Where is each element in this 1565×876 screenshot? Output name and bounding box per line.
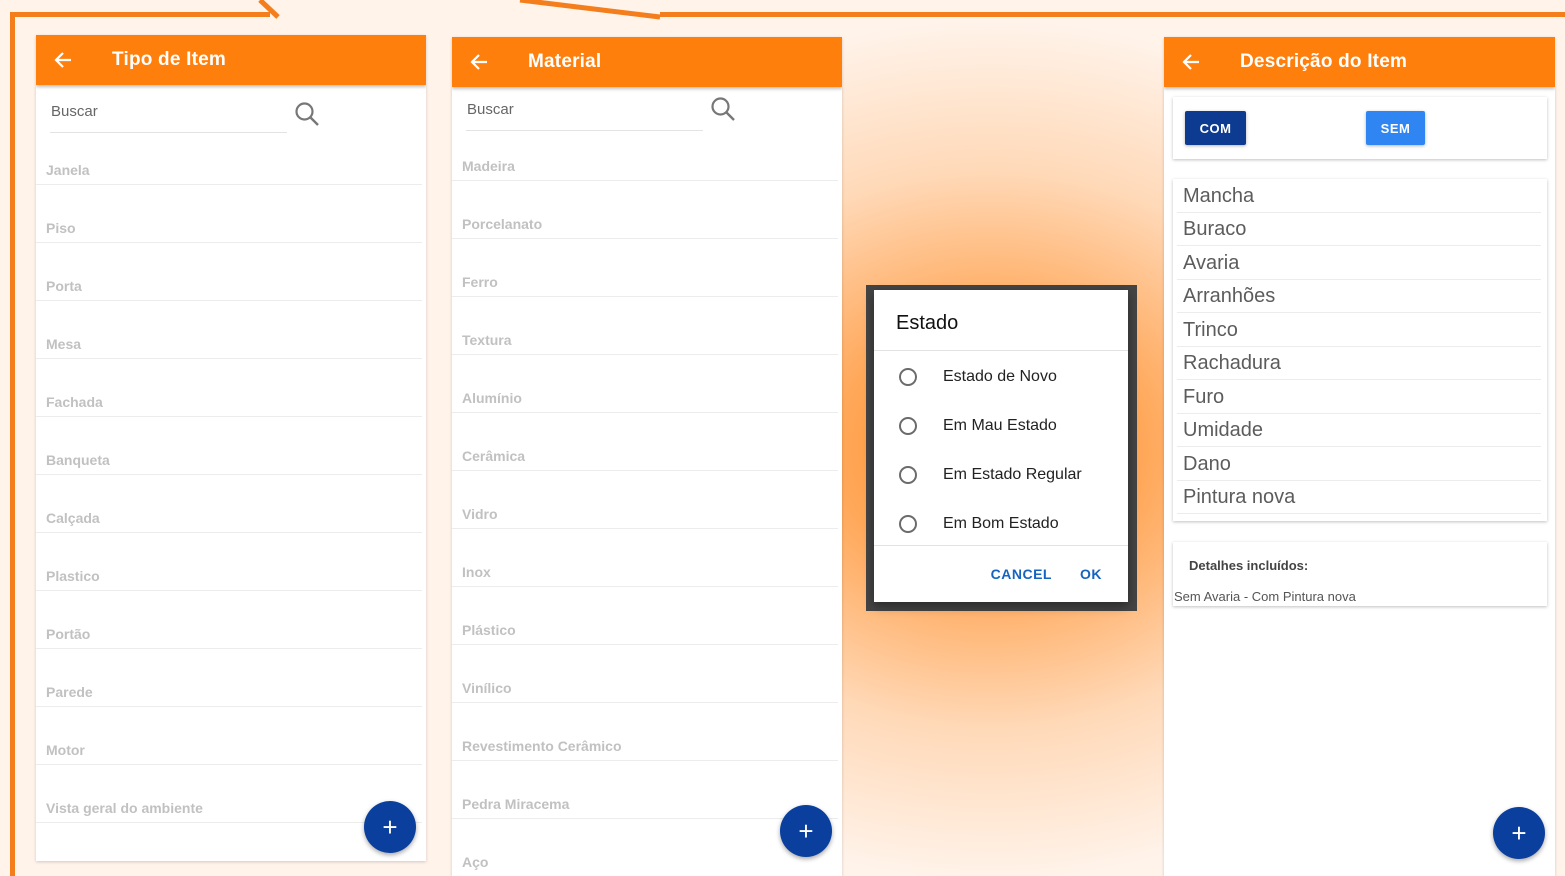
list-item[interactable]: Buraco — [1177, 213, 1541, 246]
list-item[interactable]: Vinílico — [452, 645, 838, 703]
material-list: Madeira Porcelanato Ferro Textura Alumín… — [452, 123, 842, 876]
search-input[interactable] — [466, 89, 703, 131]
list-item[interactable]: Arranhões — [1177, 280, 1541, 313]
page-title: Tipo de Item — [112, 49, 226, 70]
back-arrow-icon[interactable] — [1182, 53, 1200, 71]
frame-top-left-line — [10, 12, 270, 17]
list-item[interactable]: Piso — [36, 185, 422, 243]
list-item[interactable]: Portão — [36, 591, 422, 649]
tipo-item-screen: Tipo de Item Janela Piso Porta Mesa Fach… — [36, 35, 426, 861]
search-icon[interactable] — [294, 101, 320, 127]
app-bar: Material — [452, 37, 842, 87]
search-bar — [452, 87, 842, 133]
list-item[interactable]: Plástico — [452, 587, 838, 645]
descricao-item-screen: Descrição do Item COM SEM Mancha Buraco … — [1164, 37, 1555, 876]
list-item[interactable]: Pintura nova — [1177, 481, 1541, 514]
dialog-title: Estado — [874, 290, 1128, 351]
plus-icon: + — [382, 811, 398, 842]
radio-label: Em Estado Regular — [943, 465, 1082, 483]
list-item[interactable]: Trinco — [1177, 313, 1541, 347]
material-screen: Material Madeira Porcelanato Ferro Textu… — [452, 37, 842, 876]
plus-icon: + — [798, 815, 814, 846]
list-item[interactable]: Rachadura — [1177, 347, 1541, 380]
search-icon[interactable] — [710, 96, 736, 122]
list-item[interactable]: Umidade — [1177, 414, 1541, 447]
list-item[interactable]: Dano — [1177, 447, 1541, 481]
radio-group: Estado de Novo Em Mau Estado Em Estado R… — [874, 351, 1128, 548]
radio-button-icon[interactable] — [899, 367, 917, 386]
list-item[interactable]: Furo — [1177, 380, 1541, 414]
list-item[interactable]: Ferro — [452, 239, 838, 297]
add-button[interactable]: + — [1493, 807, 1545, 859]
list-item[interactable]: Inox — [452, 529, 838, 587]
list-item[interactable]: Mesa — [36, 301, 422, 359]
list-item[interactable]: Mancha — [1177, 179, 1541, 213]
radio-option[interactable]: Em Mau Estado — [874, 401, 1128, 450]
list-item[interactable]: Banqueta — [36, 417, 422, 475]
add-button[interactable]: + — [364, 801, 416, 853]
radio-option[interactable]: Em Bom Estado — [874, 499, 1128, 548]
frame-top-right-line — [660, 12, 1565, 17]
list-item[interactable]: Pedra Miracema — [452, 761, 838, 819]
list-item[interactable]: Cerâmica — [452, 413, 838, 471]
plus-icon: + — [1511, 817, 1527, 848]
list-item[interactable]: Avaria — [1177, 246, 1541, 280]
sem-button[interactable]: SEM — [1366, 111, 1425, 145]
back-arrow-icon[interactable] — [54, 51, 72, 69]
back-arrow-icon[interactable] — [470, 53, 488, 71]
page-title: Descrição do Item — [1240, 51, 1408, 72]
list-item[interactable]: Calçada — [36, 475, 422, 533]
radio-option[interactable]: Em Estado Regular — [874, 450, 1128, 499]
radio-label: Em Mau Estado — [943, 416, 1057, 434]
list-item[interactable]: Motor — [36, 707, 422, 765]
ok-button[interactable]: OK — [1080, 566, 1102, 582]
radio-button-icon[interactable] — [899, 416, 917, 435]
page-title: Material — [528, 51, 602, 72]
com-sem-toggle: COM SEM — [1173, 97, 1547, 159]
radio-button-icon[interactable] — [899, 465, 917, 484]
list-item[interactable]: Textura — [452, 297, 838, 355]
app-bar: Tipo de Item — [36, 35, 426, 85]
app-bar: Descrição do Item — [1164, 37, 1555, 87]
description-list: Mancha Buraco Avaria Arranhões Trinco Ra… — [1173, 179, 1547, 521]
com-button[interactable]: COM — [1185, 111, 1246, 145]
search-bar — [36, 85, 426, 139]
search-input[interactable] — [50, 91, 287, 133]
list-item[interactable]: Porcelanato — [452, 181, 838, 239]
radio-option[interactable]: Estado de Novo — [874, 352, 1128, 401]
radio-label: Em Bom Estado — [943, 514, 1059, 532]
details-label: Detalhes incluídos: — [1189, 558, 1309, 573]
item-list: Janela Piso Porta Mesa Fachada Banqueta … — [36, 127, 426, 823]
add-button[interactable]: + — [780, 805, 832, 857]
cancel-button[interactable]: CANCEL — [991, 566, 1052, 582]
frame-corner-accent — [258, 0, 661, 20]
radio-label: Estado de Novo — [943, 367, 1057, 385]
estado-dialog: Estado Estado de Novo Em Mau Estado Em E… — [874, 290, 1128, 602]
details-card: Detalhes incluídos: Sem Avaria - Com Pin… — [1173, 542, 1547, 606]
details-value: Sem Avaria - Com Pintura nova — [1174, 589, 1356, 604]
list-item[interactable]: Porta — [36, 243, 422, 301]
list-item[interactable]: Vidro — [452, 471, 838, 529]
list-item[interactable]: Parede — [36, 649, 422, 707]
frame-left-line — [10, 14, 15, 876]
list-item[interactable]: Alumínio — [452, 355, 838, 413]
dialog-actions: CANCEL OK — [874, 545, 1128, 602]
list-item[interactable]: Plastico — [36, 533, 422, 591]
list-item[interactable]: Revestimento Cerâmico — [452, 703, 838, 761]
radio-button-icon[interactable] — [899, 514, 917, 533]
estado-dialog-overlay: Estado Estado de Novo Em Mau Estado Em E… — [866, 285, 1137, 611]
list-item[interactable]: Fachada — [36, 359, 422, 417]
list-item[interactable]: Vista geral do ambiente — [36, 765, 422, 823]
